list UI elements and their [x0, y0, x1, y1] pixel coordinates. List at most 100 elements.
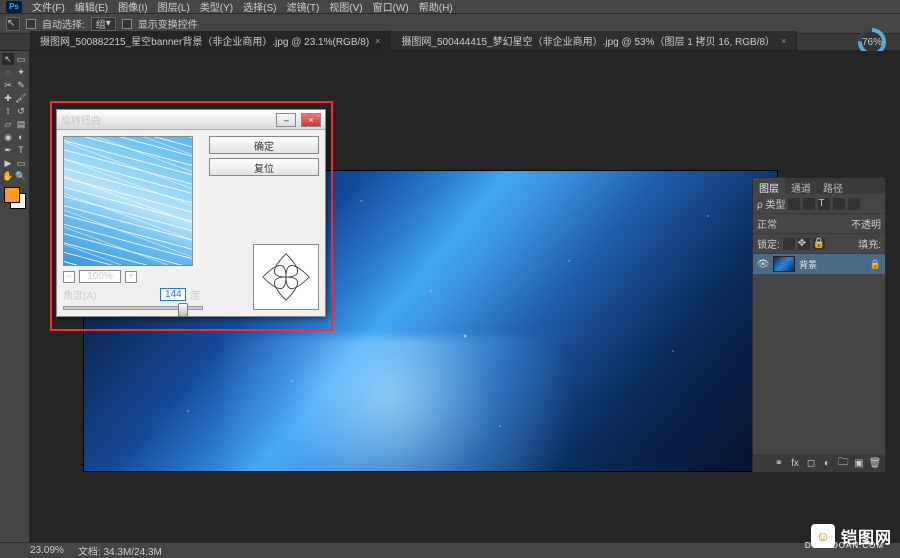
type-tool[interactable]: T — [15, 144, 27, 156]
close-button[interactable]: × — [301, 113, 321, 127]
menu-help[interactable]: 帮助(H) — [419, 0, 453, 14]
menu-layer[interactable]: 图层(L) — [158, 0, 190, 14]
ok-button[interactable]: 确定 — [209, 136, 319, 154]
group-icon[interactable]: 🗀 — [837, 457, 849, 469]
blend-row: 正常 不透明 — [753, 214, 885, 234]
filter-preview[interactable] — [63, 136, 193, 266]
menu-image[interactable]: 图像(I) — [118, 0, 147, 14]
color-swatches[interactable] — [2, 187, 27, 209]
layer-thumbnail[interactable] — [773, 256, 795, 272]
angle-slider[interactable] — [63, 306, 203, 310]
workspace: 旋转扭曲 – × – 100% + 角度(A) 144 度 — [30, 51, 900, 542]
dialog-titlebar[interactable]: 旋转扭曲 – × — [57, 110, 325, 130]
lock-icon: 🔒 — [870, 259, 881, 270]
shape-tool[interactable]: ▭ — [15, 157, 27, 169]
close-icon[interactable]: × — [375, 36, 380, 46]
zoom-value[interactable]: 100% — [79, 270, 121, 283]
document-tab-2[interactable]: 摄图网_500444415_梦幻星空（非企业商用）.jpg @ 53%（图层 1… — [391, 31, 797, 50]
hand-tool[interactable]: ✋ — [2, 170, 14, 182]
show-transform-checkbox[interactable] — [122, 19, 132, 29]
lasso-tool[interactable]: ◌ — [2, 66, 14, 78]
angle-input[interactable]: 144 — [160, 288, 186, 301]
layers-panel: 图层 通道 路径 ρ 类型T 正常不透明 锁定:✥🔒填充: 👁 背景 🔒 ⚭ f… — [752, 177, 886, 473]
angle-unit: 度 — [190, 287, 200, 302]
document-tab-1[interactable]: 摄图网_500882215_星空banner背景（非企业商用）.jpg @ 23… — [30, 31, 391, 50]
stamp-tool[interactable]: ⟟ — [2, 105, 14, 117]
tab-paths[interactable]: 路径 — [817, 178, 849, 194]
document-tabbar: 摄图网_500882215_星空banner背景（非企业商用）.jpg @ 23… — [0, 34, 900, 51]
path-tool[interactable]: ▶ — [2, 157, 14, 169]
minimize-button[interactable]: – — [276, 113, 296, 127]
menu-file[interactable]: 文件(F) — [32, 0, 65, 14]
menu-view[interactable]: 视图(V) — [329, 0, 362, 14]
opacity-label: 不透明 — [851, 216, 881, 231]
layer-row[interactable]: 👁 背景 🔒 — [753, 254, 885, 274]
marquee-tool[interactable]: ▭ — [15, 53, 27, 65]
panel-tabs: 图层 通道 路径 — [753, 178, 885, 194]
menu-select[interactable]: 选择(S) — [243, 0, 276, 14]
zoom-in-button[interactable]: + — [125, 271, 137, 283]
twirl-diagram — [253, 244, 319, 310]
filter-pixel-icon[interactable] — [788, 198, 800, 210]
move-tool[interactable]: ↖ — [2, 53, 14, 65]
blend-mode[interactable]: 正常 — [757, 216, 777, 231]
status-zoom[interactable]: 23.09% — [30, 545, 64, 556]
blur-tool[interactable]: ◉ — [2, 131, 14, 143]
brush-tool[interactable]: 🖌 — [15, 92, 27, 104]
tab-layers[interactable]: 图层 — [753, 178, 785, 194]
eraser-tool[interactable]: ▱ — [2, 118, 14, 130]
autoselect-label: 自动选择: — [42, 16, 85, 31]
eyedropper-tool[interactable]: ✎ — [15, 79, 27, 91]
toolbox: ↖▭ ◌✦ ✂✎ ✚🖌 ⟟↺ ▱▤ ◉◐ ✒T ▶▭ ✋🔍 — [0, 51, 30, 542]
angle-label: 角度(A) — [63, 287, 96, 302]
mask-icon[interactable]: ◻ — [805, 457, 817, 469]
pen-tool[interactable]: ✒ — [2, 144, 14, 156]
fill-label: 填充: — [858, 236, 881, 251]
foreground-color[interactable] — [4, 187, 20, 203]
lock-position-icon[interactable]: ✥ — [798, 238, 810, 250]
adjustment-icon[interactable]: ◐ — [821, 457, 833, 469]
filter-adjust-icon[interactable] — [803, 198, 815, 210]
lock-all-icon[interactable]: 🔒 — [813, 238, 825, 250]
menu-window[interactable]: 窗口(W) — [373, 0, 409, 14]
link-layers-icon[interactable]: ⚭ — [773, 457, 785, 469]
menu-type[interactable]: 类型(Y) — [200, 0, 233, 14]
layer-filter-row: ρ 类型T — [753, 194, 885, 214]
lock-label: 锁定: — [757, 236, 780, 251]
gradient-tool[interactable]: ▤ — [15, 118, 27, 130]
status-doc: 文档: 34.3M/24.3M — [78, 543, 162, 558]
filter-type-icon[interactable]: T — [818, 198, 830, 210]
move-tool-icon[interactable]: ↖ — [6, 17, 20, 31]
reset-button[interactable]: 复位 — [209, 158, 319, 176]
watermark: ☺ 铠图网 DOANDOAN.COM — [811, 524, 892, 548]
ps-logo: Ps — [6, 1, 22, 13]
show-transform-label: 显示变换控件 — [138, 16, 198, 31]
twirl-dialog: 旋转扭曲 – × – 100% + 角度(A) 144 度 — [56, 109, 326, 317]
new-layer-icon[interactable]: ▣ — [853, 457, 865, 469]
filter-smart-icon[interactable] — [848, 198, 860, 210]
menu-filter[interactable]: 滤镜(T) — [287, 0, 320, 14]
menu-edit[interactable]: 编辑(E) — [75, 0, 108, 14]
visibility-icon[interactable]: 👁 — [757, 258, 769, 270]
heal-tool[interactable]: ✚ — [2, 92, 14, 104]
close-icon[interactable]: × — [781, 36, 786, 46]
lock-pixels-icon[interactable] — [783, 238, 795, 250]
filter-shape-icon[interactable] — [833, 198, 845, 210]
menubar: Ps 文件(F) 编辑(E) 图像(I) 图层(L) 类型(Y) 选择(S) 滤… — [0, 0, 900, 14]
dodge-tool[interactable]: ◐ — [15, 131, 27, 143]
tab-channels[interactable]: 通道 — [785, 178, 817, 194]
wand-tool[interactable]: ✦ — [15, 66, 27, 78]
zoom-tool[interactable]: 🔍 — [15, 170, 27, 182]
status-bar: 23.09% 文档: 34.3M/24.3M — [0, 542, 900, 558]
trash-icon[interactable]: 🗑 — [869, 457, 881, 469]
lock-row: 锁定: ✥🔒 填充: — [753, 234, 885, 254]
crop-tool[interactable]: ✂ — [2, 79, 14, 91]
history-brush-tool[interactable]: ↺ — [15, 105, 27, 117]
fx-icon[interactable]: fx — [789, 457, 801, 469]
autoselect-mode[interactable]: 组 ▾ — [91, 17, 116, 31]
layer-name[interactable]: 背景 — [799, 258, 817, 271]
autoselect-checkbox[interactable] — [26, 19, 36, 29]
watermark-domain: DOANDOAN.COM — [805, 541, 884, 550]
zoom-out-button[interactable]: – — [63, 271, 75, 283]
layer-list: 👁 背景 🔒 — [753, 254, 885, 454]
